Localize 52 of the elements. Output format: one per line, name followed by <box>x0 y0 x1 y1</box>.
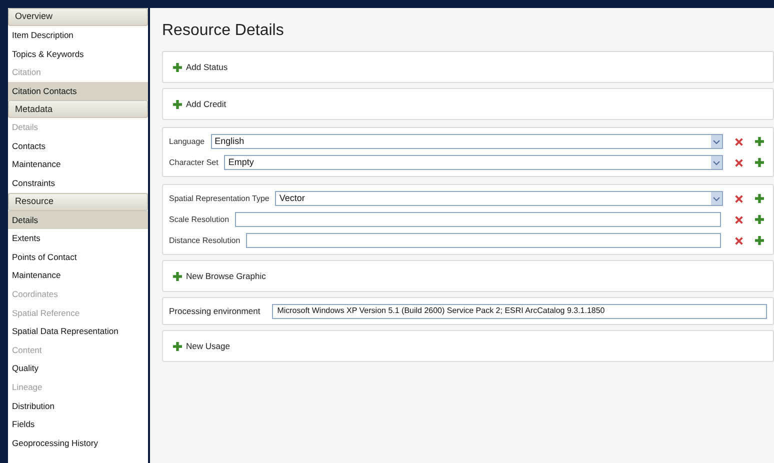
plus-icon[interactable] <box>755 194 764 203</box>
sidebar-item[interactable]: Topics & Keywords <box>8 44 148 64</box>
sidebar-item[interactable]: Item Description <box>8 26 148 45</box>
sidebar-item[interactable]: Citation Contacts <box>8 82 148 100</box>
caret-icon <box>713 140 720 144</box>
dropdown[interactable]: Empty <box>224 155 723 170</box>
add-link[interactable]: Add Credit <box>173 98 226 110</box>
sidebar-item[interactable]: Quality <box>8 360 148 378</box>
delete-icon[interactable] <box>735 216 743 224</box>
input-field[interactable] <box>246 233 721 248</box>
plus-icon <box>173 272 182 280</box>
plus-icon <box>173 100 182 108</box>
plus-icon[interactable] <box>755 215 764 224</box>
caret-icon <box>713 196 720 200</box>
add-link[interactable]: New Usage <box>173 340 230 352</box>
caret-icon <box>713 160 720 164</box>
field-label: Distance Resolution <box>169 234 240 246</box>
field-label: Language <box>169 136 205 148</box>
field-label: Character Set <box>169 156 218 168</box>
add-link[interactable]: New Browse Graphic <box>173 270 266 282</box>
plus-icon[interactable] <box>755 236 764 245</box>
sidebar-item[interactable]: Geoprocessing History <box>8 434 148 452</box>
delete-icon[interactable] <box>735 158 743 166</box>
add-link[interactable]: Add Status <box>173 60 228 74</box>
field-label: Spatial Representation Type <box>169 192 270 204</box>
plus-icon[interactable] <box>755 158 764 167</box>
plus-icon <box>173 342 182 350</box>
sidebar-item[interactable]: Points of Contact <box>8 248 148 267</box>
section-header[interactable]: Resource <box>8 192 148 211</box>
plus-icon[interactable] <box>755 137 764 146</box>
dropdown[interactable]: English <box>210 134 723 149</box>
delete-icon[interactable] <box>735 138 743 146</box>
delete-icon[interactable] <box>735 194 743 202</box>
sidebar-item[interactable]: Distribution <box>8 396 148 416</box>
field-label: Processing environment <box>169 304 260 318</box>
page-title: Resource Details <box>162 21 284 41</box>
section-header[interactable]: Metadata <box>8 100 148 118</box>
input-field[interactable] <box>235 212 721 227</box>
sidebar-item[interactable]: Fields <box>8 415 148 434</box>
sidebar-item[interactable]: Details <box>8 210 148 230</box>
sidebar-item[interactable]: Constraints <box>8 174 148 193</box>
sidebar-item[interactable]: Contacts <box>8 136 148 156</box>
sidebar-item[interactable]: Extents <box>8 229 148 248</box>
input-field[interactable]: Microsoft Windows XP Version 5.1 (Build 2600) Service Pack 2; ESRI ArcCatalog 9.3.1.1850 <box>272 304 767 318</box>
section-header[interactable]: Overview <box>8 8 148 26</box>
plus-icon <box>173 62 182 72</box>
field-label: Scale Resolution <box>169 214 230 226</box>
sidebar-item[interactable]: Spatial Data Representation <box>8 322 148 341</box>
sidebar-item[interactable]: Maintenance <box>8 266 148 286</box>
sidebar-item[interactable]: Maintenance <box>8 156 148 174</box>
dropdown[interactable]: Vector <box>275 191 723 206</box>
delete-icon[interactable] <box>735 236 743 244</box>
